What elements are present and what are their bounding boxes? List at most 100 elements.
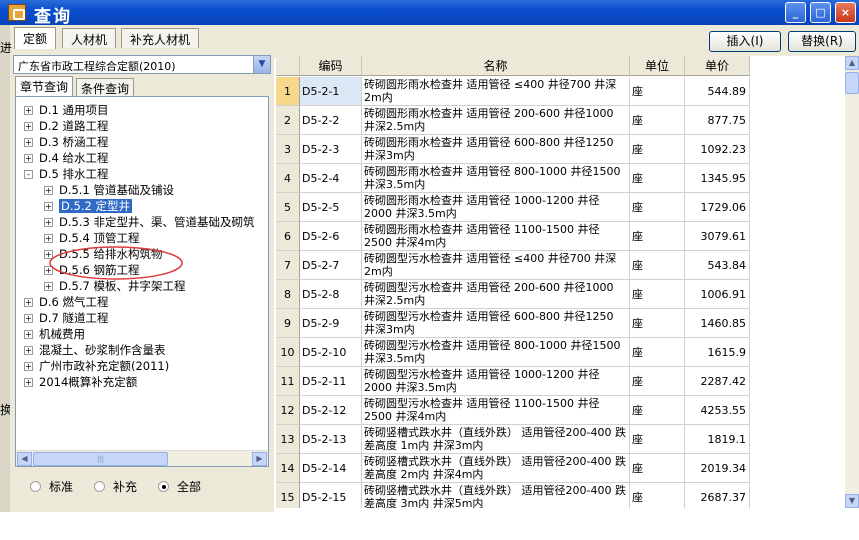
cell-price[interactable]: 2019.34 — [685, 454, 750, 483]
table-row[interactable]: 4 D5-2-4 砖砌圆形雨水检查井 适用管径 800-1000 井径1500 井深… — [276, 164, 845, 193]
tree-node-label[interactable]: D.1 通用项目 — [39, 103, 108, 117]
cell-price[interactable]: 1729.06 — [685, 193, 750, 222]
cell-unit[interactable]: 座 — [630, 251, 685, 280]
expand-icon[interactable]: + — [44, 218, 53, 227]
horizontal-scrollbar[interactable]: ◀ ||| ▶ — [16, 450, 268, 466]
cell-unit[interactable]: 座 — [630, 280, 685, 309]
cell-price[interactable]: 4253.55 — [685, 396, 750, 425]
cell-unit[interactable]: 座 — [630, 222, 685, 251]
row-number[interactable]: 15 — [276, 483, 300, 508]
cell-name[interactable]: 砖砌圆形雨水检查井 适用管径 ≤400 井径700 井深2m内 — [362, 77, 630, 106]
row-number[interactable]: 2 — [276, 106, 300, 135]
quota-book-select[interactable]: 广东省市政工程综合定额(2010) ▼ — [13, 55, 271, 74]
expand-icon[interactable]: + — [44, 266, 53, 275]
cell-code[interactable]: D5-2-14 — [300, 454, 362, 483]
row-number[interactable]: 4 — [276, 164, 300, 193]
cell-name[interactable]: 砖砌圆形雨水检查井 适用管径 600-800 井径1250 井深3m内 — [362, 135, 630, 164]
expand-icon[interactable]: + — [24, 122, 33, 131]
tree-node-label[interactable]: 机械费用 — [39, 327, 85, 341]
cell-unit[interactable]: 座 — [630, 425, 685, 454]
cell-name[interactable]: 砖砌圆型污水检查井 适用管径 1100-1500 井径2500 井深4m内 — [362, 396, 630, 425]
cell-name[interactable]: 砖砌竖槽式跌水井（直线外跌） 适用管径200-400 跌差高度 3m内 井深5m… — [362, 483, 630, 508]
expand-icon[interactable]: + — [24, 138, 33, 147]
cell-unit[interactable]: 座 — [630, 164, 685, 193]
tree-node[interactable]: + D.5.6 钢筋工程 — [44, 262, 139, 278]
row-number[interactable]: 13 — [276, 425, 300, 454]
tree-node[interactable]: - D.5 排水工程 — [24, 166, 108, 182]
tree-node[interactable]: + D.5.2 定型井 — [44, 198, 132, 214]
expand-icon[interactable]: + — [44, 202, 53, 211]
expand-icon[interactable]: + — [44, 282, 53, 291]
expand-icon[interactable]: + — [24, 330, 33, 339]
tree-node-label[interactable]: 混凝土、砂浆制作含量表 — [39, 343, 166, 357]
tree-node-label[interactable]: D.5.1 管道基础及铺设 — [59, 183, 174, 197]
tree-node-label[interactable]: D.5.4 顶管工程 — [59, 231, 139, 245]
table-row[interactable]: 7 D5-2-7 砖砌圆型污水检查井 适用管径 ≤400 井径700 井深2m内座 5… — [276, 251, 845, 280]
cell-code[interactable]: D5-2-2 — [300, 106, 362, 135]
cell-price[interactable]: 1460.85 — [685, 309, 750, 338]
cell-name[interactable]: 砖砌竖槽式跌水井（直线外跌） 适用管径200-400 跌差高度 1m内 井深3m… — [362, 425, 630, 454]
filter-supplement-radio[interactable]: 补充 — [94, 478, 137, 495]
scroll-down-icon[interactable]: ▼ — [845, 494, 859, 508]
cell-code[interactable]: D5-2-9 — [300, 309, 362, 338]
tree-node[interactable]: + 广州市政补充定额(2011) — [24, 358, 169, 374]
cell-unit[interactable]: 座 — [630, 483, 685, 508]
cell-name[interactable]: 砖砌圆型污水检查井 适用管径 ≤400 井径700 井深2m内 — [362, 251, 630, 280]
cell-code[interactable]: D5-2-4 — [300, 164, 362, 193]
expand-icon[interactable]: + — [24, 346, 33, 355]
cell-code[interactable]: D5-2-3 — [300, 135, 362, 164]
table-row[interactable]: 1 D5-2-1 砖砌圆形雨水检查井 适用管径 ≤400 井径700 井深2m内座 5… — [276, 77, 845, 106]
tree-node-label[interactable]: D.5.3 非定型井、渠、管道基础及砌筑 — [59, 215, 254, 229]
cell-unit[interactable]: 座 — [630, 106, 685, 135]
table-row[interactable]: 15 D5-2-15 砖砌竖槽式跌水井（直线外跌） 适用管径200-400 跌差高度… — [276, 483, 845, 508]
table-row[interactable]: 11 D5-2-11 砖砌圆型污水检查井 适用管径 1000-1200 井径2000… — [276, 367, 845, 396]
cell-price[interactable]: 877.75 — [685, 106, 750, 135]
expand-icon[interactable]: + — [44, 234, 53, 243]
tree-node[interactable]: + D.5.3 非定型井、渠、管道基础及砌筑 — [44, 214, 254, 230]
scroll-right-icon[interactable]: ▶ — [252, 452, 267, 466]
tree-node-label[interactable]: D.7 隧道工程 — [39, 311, 108, 325]
cell-name[interactable]: 砖砌圆型污水检查井 适用管径 600-800 井径1250 井深3m内 — [362, 309, 630, 338]
tree-node-label[interactable]: D.2 道路工程 — [39, 119, 108, 133]
cell-code[interactable]: D5-2-15 — [300, 483, 362, 508]
row-number[interactable]: 11 — [276, 367, 300, 396]
cell-code[interactable]: D5-2-1 — [300, 77, 362, 106]
tab-condition-search[interactable]: 条件查询 — [76, 78, 135, 96]
cell-name[interactable]: 砖砌圆形雨水检查井 适用管径 1000-1200 井径2000 井深3.5m内 — [362, 193, 630, 222]
row-number[interactable]: 1 — [276, 77, 300, 106]
cell-price[interactable]: 1345.95 — [685, 164, 750, 193]
table-row[interactable]: 9 D5-2-9 砖砌圆型污水检查井 适用管径 600-800 井径1250 井深3… — [276, 309, 845, 338]
tree-node-label[interactable]: D.6 燃气工程 — [39, 295, 108, 309]
tree-node[interactable]: + 机械费用 — [24, 326, 85, 342]
cell-code[interactable]: D5-2-10 — [300, 338, 362, 367]
cell-unit[interactable]: 座 — [630, 338, 685, 367]
row-number[interactable]: 3 — [276, 135, 300, 164]
tree-node[interactable]: + D.7 隧道工程 — [24, 310, 108, 326]
tree-node[interactable]: + D.3 桥涵工程 — [24, 134, 108, 150]
table-row[interactable]: 10 D5-2-10 砖砌圆型污水检查井 适用管径 800-1000 井径1500 … — [276, 338, 845, 367]
expand-icon[interactable]: + — [24, 154, 33, 163]
filter-standard-radio[interactable]: 标准 — [30, 478, 73, 495]
column-header-price[interactable]: 单价 — [685, 56, 750, 76]
tree-node-label[interactable]: D.5 排水工程 — [39, 167, 108, 181]
cell-code[interactable]: D5-2-11 — [300, 367, 362, 396]
scroll-thumb[interactable]: ||| — [33, 452, 168, 466]
column-header-code[interactable]: 编码 — [300, 56, 362, 76]
cell-unit[interactable]: 座 — [630, 193, 685, 222]
expand-icon[interactable]: + — [24, 378, 33, 387]
tree-node-label[interactable]: D.3 桥涵工程 — [39, 135, 108, 149]
tab-quota[interactable]: 定额 — [14, 27, 57, 49]
cell-name[interactable]: 砖砌圆形雨水检查井 适用管径 1100-1500 井径2500 井深4m内 — [362, 222, 630, 251]
tree-node[interactable]: + D.5.1 管道基础及铺设 — [44, 182, 174, 198]
cell-code[interactable]: D5-2-8 — [300, 280, 362, 309]
insert-button[interactable]: 插入(I) — [709, 31, 781, 52]
cell-price[interactable]: 1006.91 — [685, 280, 750, 309]
scroll-thumb[interactable] — [845, 72, 859, 94]
tree-node[interactable]: +2014概算补充定额 — [24, 374, 137, 390]
cell-unit[interactable]: 座 — [630, 367, 685, 396]
tree-node-label[interactable]: 广州市政补充定额(2011) — [39, 359, 169, 373]
tree-node[interactable]: + D.6 燃气工程 — [24, 294, 108, 310]
cell-name[interactable]: 砖砌圆形雨水检查井 适用管径 200-600 井径1000 井深2.5m内 — [362, 106, 630, 135]
row-number[interactable]: 12 — [276, 396, 300, 425]
cell-price[interactable]: 1092.23 — [685, 135, 750, 164]
